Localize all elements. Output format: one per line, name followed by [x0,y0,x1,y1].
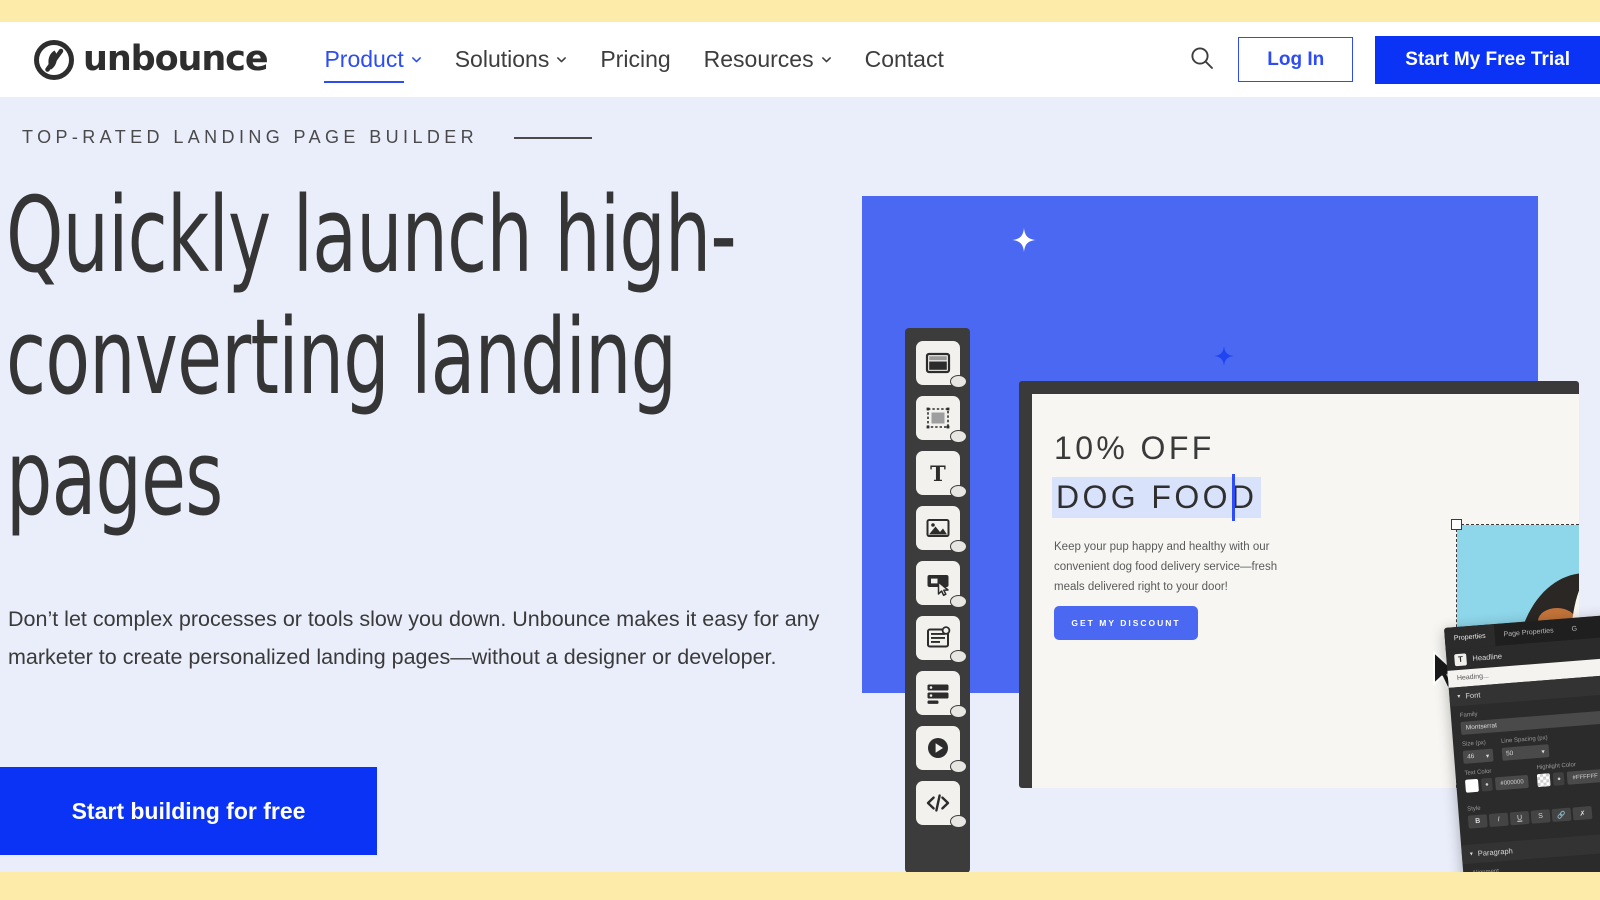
canvas-cta-button[interactable]: GET MY DISCOUNT [1054,606,1198,640]
chevron-down-icon: ▾ [1485,752,1490,760]
tab-properties[interactable]: Properties [1444,624,1496,650]
top-accent-band [0,0,1600,22]
triangle-down-icon: ▾ [1457,693,1461,701]
primary-nav: Product Solutions Pricing Resources Cont… [324,22,944,97]
hero-section: TOP-RATED LANDING PAGE BUILDER Quickly l… [0,97,1600,872]
chevron-down-icon [411,54,422,65]
highlight-color-control[interactable]: ● #FFFFFF [1537,769,1600,788]
builder-mockup: T 10% OFF DOG FOOD Keep your pup happy a… [862,196,1600,872]
search-button[interactable] [1176,34,1228,86]
svg-text:T: T [930,461,946,486]
chevron-down-icon [821,54,832,65]
eyedropper-icon[interactable]: ● [1553,772,1566,786]
highlight-color-swatch[interactable] [1537,773,1552,788]
hero-subcopy: Don’t let complex processes or tools slo… [8,607,820,670]
eyedropper-icon[interactable]: ● [1480,777,1493,792]
nav-item-pricing[interactable]: Pricing [600,40,670,79]
canvas-heading-line1[interactable]: 10% OFF [1054,430,1215,467]
tab-extra[interactable]: G [1562,617,1587,641]
eyebrow-row: TOP-RATED LANDING PAGE BUILDER [22,127,593,148]
page-title: Quickly launch high-converting landing p… [6,174,737,540]
section-font-body: Family Montserrat Size (px) 46 ▾ Line Sp… [1450,691,1600,845]
nav-item-resources[interactable]: Resources [704,40,832,79]
element-label: Headline [1472,651,1503,663]
logo-wordmark: unbounce [83,39,269,79]
nav-label: Solutions [454,46,550,72]
nav-item-contact[interactable]: Contact [865,40,944,79]
label-size: Size (px) [1461,740,1487,748]
clear-format-icon[interactable]: ✗ [1572,805,1593,821]
strikethrough-icon[interactable]: S [1530,809,1551,824]
text-color-control[interactable]: ● #000000 [1464,774,1530,793]
italic-icon[interactable]: I [1488,812,1509,828]
eyebrow-rule [514,136,593,139]
triangle-down-icon: ▾ [1469,851,1474,858]
login-button[interactable]: Log In [1238,37,1354,82]
text-color-swatch[interactable] [1464,778,1479,793]
highlight-color-hex[interactable]: #FFFFFF [1567,769,1600,785]
site-header: unbounce Product Solutions Pricing Resou… [0,22,1600,97]
text-color-hex[interactable]: #000000 [1494,774,1530,791]
button-click-icon[interactable] [915,561,967,608]
text-caret [1232,474,1235,521]
text-element-chip: T [1454,652,1467,666]
unbounce-circle-slash-icon [34,39,74,80]
form-icon[interactable] [915,616,967,663]
builder-toolbar: T [905,328,970,872]
select-font-size-value: 46 [1466,753,1475,761]
nav-item-product[interactable]: Product [324,40,422,83]
label-line-spacing: Line Spacing (px) [1500,735,1548,745]
start-free-trial-button[interactable]: Start My Free Trial [1375,35,1600,84]
eyebrow-text: TOP-RATED LANDING PAGE BUILDER [22,127,479,147]
logo[interactable]: unbounce [34,39,269,80]
nav-label: Pricing [600,46,671,72]
code-embed-icon[interactable] [915,781,967,828]
canvas-body-text[interactable]: Keep your pup happy and healthy with our… [1054,537,1282,597]
row-colors: Text Color ● #000000 Highlight Color ● #… [1464,757,1600,800]
nav-label: Product [324,46,404,72]
section-font-title: Font [1465,690,1481,701]
chevron-down-icon [556,54,567,65]
page-root: unbounce Product Solutions Pricing Resou… [0,0,1600,900]
search-icon [1189,45,1215,74]
page-layout-icon[interactable] [915,341,967,388]
resize-handle-top-left[interactable] [1451,519,1462,530]
image-icon[interactable] [915,506,967,553]
select-line-spacing[interactable]: 50 ▾ [1501,744,1550,761]
nav-item-solutions[interactable]: Solutions [455,40,568,79]
section-box-icon[interactable] [915,396,967,443]
nav-label: Resources [703,46,814,72]
select-font-size[interactable]: 46 ▾ [1462,748,1494,764]
properties-panel: Properties Page Properties G T Headline … [1444,612,1600,872]
header-actions: Log In Start My Free Trial [1176,22,1600,97]
nav-label: Contact [864,46,944,72]
bottom-accent-band [0,872,1600,900]
video-play-icon[interactable] [915,726,967,773]
select-line-spacing-value: 50 [1505,749,1514,758]
text-tool-icon[interactable]: T [915,451,967,498]
section-paragraph-title: Paragraph [1477,846,1514,859]
underline-icon[interactable]: U [1509,810,1530,826]
link-icon[interactable]: 🔗 [1551,807,1572,823]
bold-icon[interactable]: B [1467,814,1488,829]
start-building-button[interactable]: Start building for free [0,767,377,855]
canvas-heading-line2[interactable]: DOG FOOD [1052,477,1262,518]
chevron-down-icon: ▾ [1541,747,1545,756]
list-fields-icon[interactable] [915,671,967,718]
